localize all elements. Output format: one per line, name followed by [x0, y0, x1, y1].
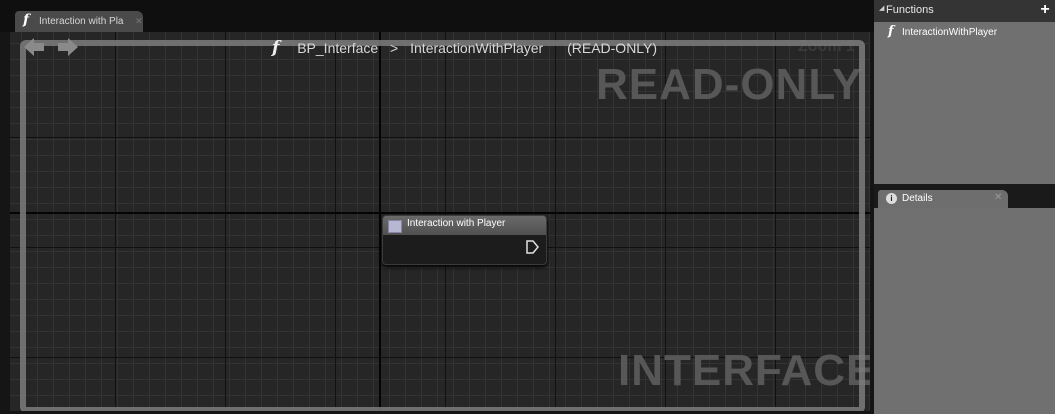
breadcrumb-blueprint[interactable]: BP_Interface: [297, 40, 378, 56]
document-tab-label: Interaction with Pla: [39, 16, 124, 27]
function-node-icon: [388, 220, 402, 233]
functions-title: Functions: [886, 4, 934, 16]
breadcrumb-separator: >: [390, 40, 399, 56]
close-icon[interactable]: ✕: [135, 11, 143, 32]
function-entry-node[interactable]: Interaction with Player: [382, 215, 547, 265]
graph-canvas[interactable]: READ-ONLY INTERFACE Zoom 1 f BP_Interfac…: [10, 32, 870, 411]
node-header: Interaction with Player: [383, 216, 546, 235]
function-icon: f: [888, 24, 894, 39]
functions-header[interactable]: ◢ Functions +: [874, 0, 1055, 22]
function-icon: f: [272, 38, 280, 58]
node-title: Interaction with Player: [407, 218, 506, 229]
info-icon: i: [886, 193, 897, 204]
collapse-caret-icon[interactable]: ◢: [879, 4, 884, 12]
breadcrumb-function: InteractionWithPlayer: [410, 40, 544, 56]
exec-output-pin-icon[interactable]: [525, 240, 539, 254]
close-icon[interactable]: ✕: [994, 192, 1002, 203]
document-tab-strip: f Interaction with Pla ✕: [0, 0, 874, 32]
document-tab[interactable]: f Interaction with Pla ✕: [15, 11, 143, 32]
details-body: [874, 208, 1055, 414]
read-only-indicator: (READ-ONLY): [567, 40, 658, 56]
details-tab-label: Details: [902, 193, 933, 204]
function-icon: f: [23, 12, 30, 28]
graph-editor-panel: f Interaction with Pla ✕ READ-ONLY INTER…: [0, 0, 874, 414]
list-item[interactable]: f InteractionWithPlayer: [874, 24, 1055, 42]
function-item-label: InteractionWithPlayer: [902, 27, 998, 38]
tab-details[interactable]: i Details ✕: [878, 190, 1008, 208]
right-side-panels: ◢ Functions + f InteractionWithPlayer i …: [874, 0, 1055, 414]
forward-arrow-icon[interactable]: [54, 36, 80, 58]
breadcrumb: f BP_Interface > InteractionWithPlayer (…: [272, 38, 657, 60]
add-function-button[interactable]: +: [1038, 2, 1052, 18]
functions-list: f InteractionWithPlayer: [874, 22, 1055, 184]
details-tab-bar: i Details ✕: [874, 190, 1055, 208]
back-arrow-icon[interactable]: [22, 36, 48, 58]
